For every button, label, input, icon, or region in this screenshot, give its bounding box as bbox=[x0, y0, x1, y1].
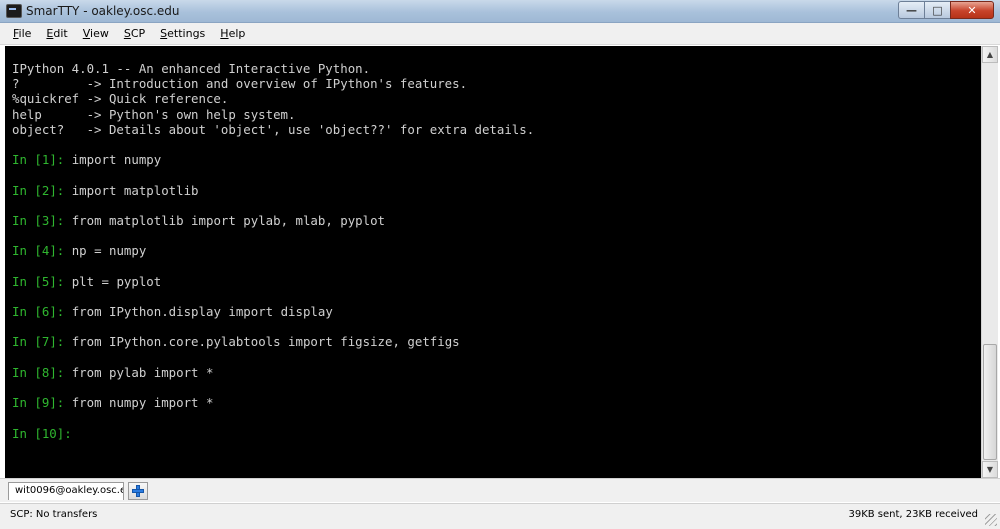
banner-line: object? -> Details about 'object', use '… bbox=[12, 121, 535, 137]
prompt-suffix: ]: bbox=[49, 212, 72, 228]
menu-file[interactable]: File bbox=[13, 27, 31, 40]
session-tab[interactable]: wit0096@oakley.osc.edu bbox=[8, 482, 124, 500]
menu-help[interactable]: Help bbox=[220, 27, 245, 40]
command-text: plt = pyplot bbox=[71, 273, 162, 289]
menu-view[interactable]: View bbox=[83, 27, 109, 40]
banner-line: help -> Python's own help system. bbox=[12, 106, 296, 122]
scroll-up-arrow-icon[interactable]: ▲ bbox=[982, 46, 998, 63]
command-text: import matplotlib bbox=[71, 182, 199, 198]
prompt-prefix: In [ bbox=[12, 425, 42, 441]
prompt-prefix: In [ bbox=[12, 152, 42, 168]
new-session-button[interactable] bbox=[128, 482, 148, 500]
input-line: In [8]: from pylab import * bbox=[12, 365, 981, 380]
input-line: In [6]: from IPython.display import disp… bbox=[12, 304, 981, 319]
prompt-prefix: In [ bbox=[12, 364, 42, 380]
prompt-suffix: ]: bbox=[49, 243, 72, 259]
prompt-suffix: ]: bbox=[49, 395, 72, 411]
banner-line: IPython 4.0.1 -- An enhanced Interactive… bbox=[12, 61, 371, 76]
window-controls: — □ ✕ bbox=[898, 1, 994, 19]
input-line: In [2]: import matplotlib bbox=[12, 183, 981, 198]
command-text: from pylab import * bbox=[71, 364, 214, 380]
input-line: In [1]: import numpy bbox=[12, 152, 981, 167]
menu-settings[interactable]: Settings bbox=[160, 27, 205, 40]
prompt-number: 10 bbox=[41, 425, 57, 441]
prompt-suffix: ]: bbox=[49, 334, 72, 350]
prompt-prefix: In [ bbox=[12, 243, 42, 259]
command-text: from IPython.core.pylabtools import figs… bbox=[71, 334, 460, 350]
command-text: from numpy import * bbox=[71, 395, 214, 411]
scrollbar-thumb[interactable] bbox=[983, 344, 997, 460]
minimize-button[interactable]: — bbox=[898, 1, 924, 19]
prompt-suffix: ]: bbox=[49, 273, 72, 289]
plus-icon bbox=[132, 485, 144, 497]
maximize-button[interactable]: □ bbox=[924, 1, 950, 19]
input-line: In [4]: np = numpy bbox=[12, 243, 981, 258]
status-bar: SCP: No transfers 39KB sent, 23KB receiv… bbox=[0, 503, 1000, 529]
close-button[interactable]: ✕ bbox=[950, 1, 994, 19]
prompt-suffix: ]: bbox=[56, 425, 80, 441]
command-text: from IPython.display import display bbox=[71, 304, 333, 319]
menu-scp[interactable]: SCP bbox=[124, 27, 145, 40]
menu-bar: File Edit View SCP Settings Help bbox=[0, 23, 1000, 45]
prompt-prefix: In [ bbox=[12, 304, 42, 319]
input-line: In [7]: from IPython.core.pylabtools imp… bbox=[12, 334, 981, 349]
input-line: In [3]: from matplotlib import pylab, ml… bbox=[12, 213, 981, 228]
app-terminal-icon bbox=[6, 4, 22, 18]
prompt-suffix: ]: bbox=[49, 182, 72, 198]
input-line: In [9]: from numpy import * bbox=[12, 395, 981, 410]
input-line: In [5]: plt = pyplot bbox=[12, 274, 981, 289]
command-text: from matplotlib import pylab, mlab, pypl… bbox=[71, 212, 386, 228]
prompt-prefix: In [ bbox=[12, 182, 42, 198]
resize-grip-icon[interactable] bbox=[985, 514, 997, 526]
terminal-scrollbar[interactable]: ▲ ▼ bbox=[981, 46, 998, 478]
prompt-suffix: ]: bbox=[49, 364, 72, 380]
prompt-prefix: In [ bbox=[12, 212, 42, 228]
prompt-prefix: In [ bbox=[12, 273, 42, 289]
terminal-output[interactable]: IPython 4.0.1 -- An enhanced Interactive… bbox=[5, 46, 981, 478]
banner-line: %quickref -> Quick reference. bbox=[12, 91, 229, 107]
command-text: import numpy bbox=[71, 152, 162, 168]
prompt-prefix: In [ bbox=[12, 334, 42, 350]
command-text: np = numpy bbox=[71, 243, 147, 259]
menu-edit[interactable]: Edit bbox=[46, 27, 67, 40]
input-line-current[interactable]: In [10]: bbox=[12, 426, 981, 441]
banner-line: ? -> Introduction and overview of IPytho… bbox=[12, 76, 468, 92]
transfer-stats: 39KB sent, 23KB received bbox=[848, 509, 978, 520]
prompt-suffix: ]: bbox=[49, 152, 72, 168]
window-title-bar[interactable]: SmarTTY - oakley.osc.edu — □ ✕ bbox=[0, 0, 1000, 23]
session-tab-strip: wit0096@oakley.osc.edu bbox=[0, 478, 1000, 502]
prompt-prefix: In [ bbox=[12, 395, 42, 411]
scp-status: SCP: No transfers bbox=[10, 509, 98, 520]
prompt-suffix: ]: bbox=[49, 304, 72, 319]
window-title: SmarTTY - oakley.osc.edu bbox=[26, 4, 180, 18]
scroll-down-arrow-icon[interactable]: ▼ bbox=[982, 461, 998, 478]
